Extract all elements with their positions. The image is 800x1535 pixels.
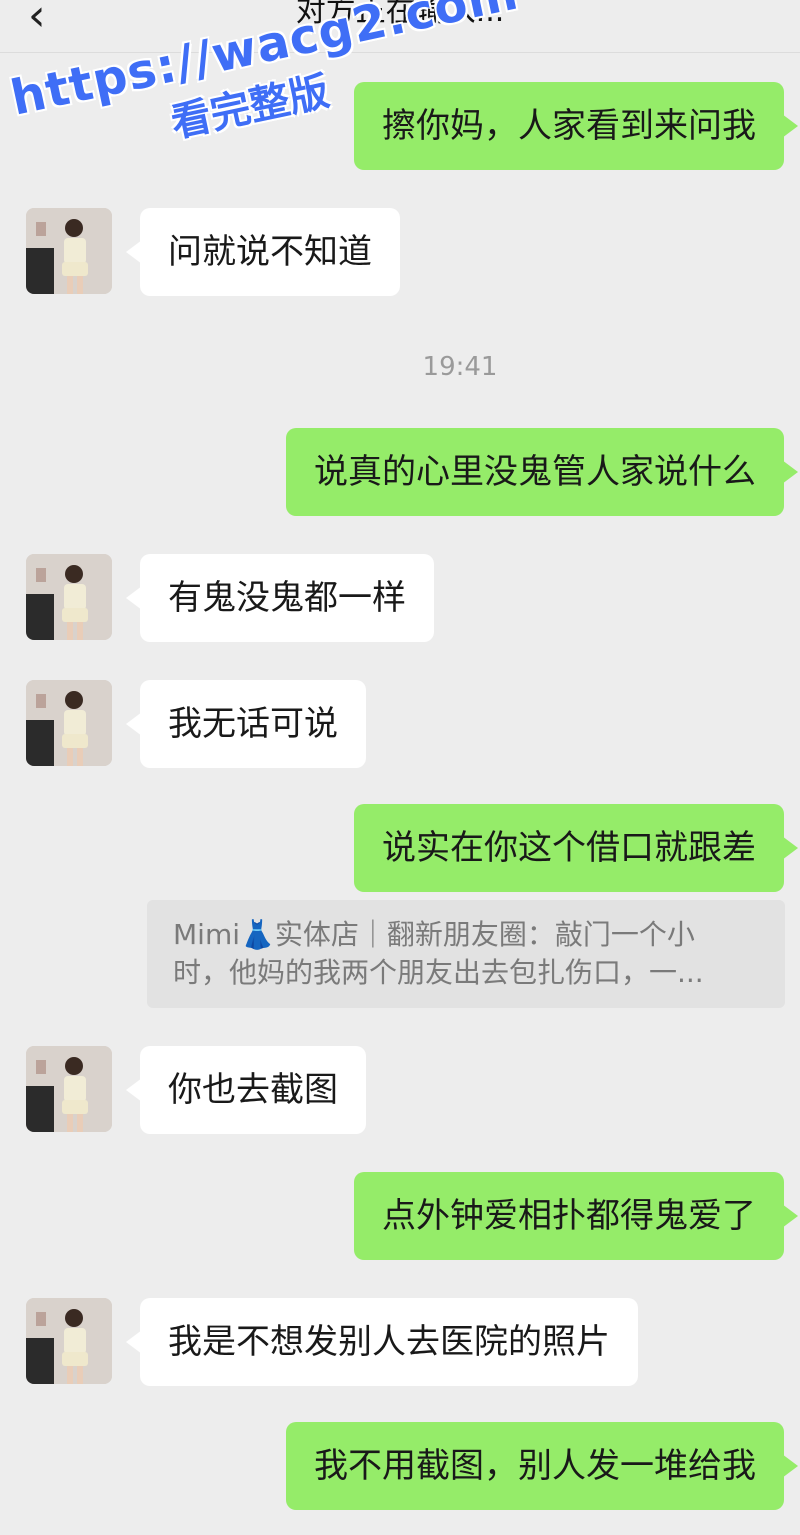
message-received[interactable]: 有鬼没鬼都一样 <box>126 554 434 642</box>
contact-avatar[interactable] <box>26 208 112 294</box>
contact-avatar[interactable] <box>26 1298 112 1384</box>
contact-avatar[interactable] <box>26 554 112 640</box>
avatar-photo-icon <box>26 1298 112 1384</box>
quote-line: 时，他妈的我两个朋友出去包扎伤口，一... <box>173 956 704 989</box>
quote-line: Mimi👗实体店｜翻新朋友圈：敲门一个小 <box>173 918 695 951</box>
message-received[interactable]: 我是不想发别人去医院的照片 <box>126 1298 638 1386</box>
chat-header: ‹ 对方正在输入... <box>0 0 800 53</box>
avatar-photo-icon <box>26 680 112 766</box>
message-sent[interactable]: 擦你妈，人家看到来问我 <box>354 82 798 170</box>
avatar-photo-icon <box>26 554 112 640</box>
message-sent[interactable]: 说实在你这个借口就跟差 <box>354 804 798 892</box>
message-sent[interactable]: 我不用截图，别人发一堆给我 <box>286 1422 798 1510</box>
message-sent[interactable]: 说真的心里没鬼管人家说什么 <box>286 428 798 516</box>
contact-avatar[interactable] <box>26 1046 112 1132</box>
watermark-text: 看完整版 <box>167 68 334 147</box>
message-sent[interactable]: 点外钟爱相扑都得鬼爱了 <box>354 1172 798 1260</box>
message-received[interactable]: 我无话可说 <box>126 680 366 768</box>
quoted-message[interactable]: Mimi👗实体店｜翻新朋友圈：敲门一个小 时，他妈的我两个朋友出去包扎伤口，一.… <box>147 900 785 1008</box>
contact-avatar[interactable] <box>26 680 112 766</box>
avatar-photo-icon <box>26 208 112 294</box>
avatar-photo-icon <box>26 1046 112 1132</box>
message-received[interactable]: 你也去截图 <box>126 1046 366 1134</box>
message-timestamp: 19:41 <box>422 352 498 382</box>
chat-title: 对方正在输入... <box>295 0 505 29</box>
message-received[interactable]: 问就说不知道 <box>126 208 400 296</box>
